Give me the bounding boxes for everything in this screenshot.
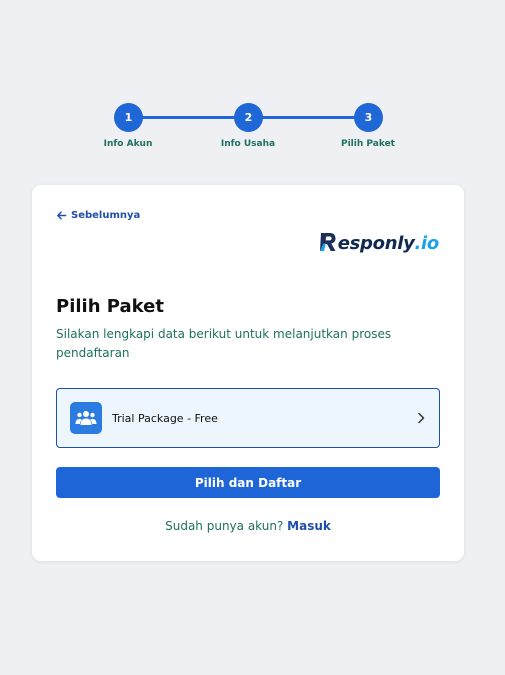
responly-r-logo-icon bbox=[319, 233, 336, 251]
package-label: Trial Package - Free bbox=[112, 411, 218, 425]
back-link-label: Sebelumnya bbox=[71, 210, 141, 221]
step-connector bbox=[140, 116, 248, 119]
login-prompt-text: Sudah punya akun? bbox=[165, 519, 284, 533]
choose-and-register-button[interactable]: Pilih dan Daftar bbox=[56, 467, 440, 498]
step-2-circle: 2 bbox=[234, 103, 263, 132]
progress-stepper: 1 2 3 Info Akun Info Usaha Pilih Paket bbox=[0, 0, 505, 180]
login-link[interactable]: Masuk bbox=[287, 519, 331, 533]
package-option-trial[interactable]: Trial Package - Free bbox=[56, 388, 440, 448]
plan-selection-card: Sebelumnya esponly .io Pilih Paket Silaka… bbox=[32, 185, 464, 561]
chevron-right-icon bbox=[418, 412, 425, 424]
step-1-circle: 1 bbox=[114, 103, 143, 132]
users-group-icon bbox=[70, 402, 102, 434]
step-2-label: Info Usaha bbox=[220, 139, 276, 149]
step-connector bbox=[260, 116, 368, 119]
step-3-label: Pilih Paket bbox=[341, 139, 395, 149]
logo-text: esponly bbox=[337, 233, 415, 254]
login-prompt-row: Sudah punya akun? Masuk bbox=[32, 519, 464, 533]
arrow-left-icon bbox=[57, 211, 67, 220]
page-subtitle: Silakan lengkapi data berikut untuk mela… bbox=[56, 327, 392, 360]
page-title: Pilih Paket bbox=[56, 296, 164, 317]
step-3-circle: 3 bbox=[354, 103, 383, 132]
step-1-label: Info Akun bbox=[103, 139, 153, 149]
responly-logo: esponly .io bbox=[319, 229, 439, 254]
back-link[interactable]: Sebelumnya bbox=[56, 210, 140, 221]
logo-tld: .io bbox=[414, 233, 440, 254]
